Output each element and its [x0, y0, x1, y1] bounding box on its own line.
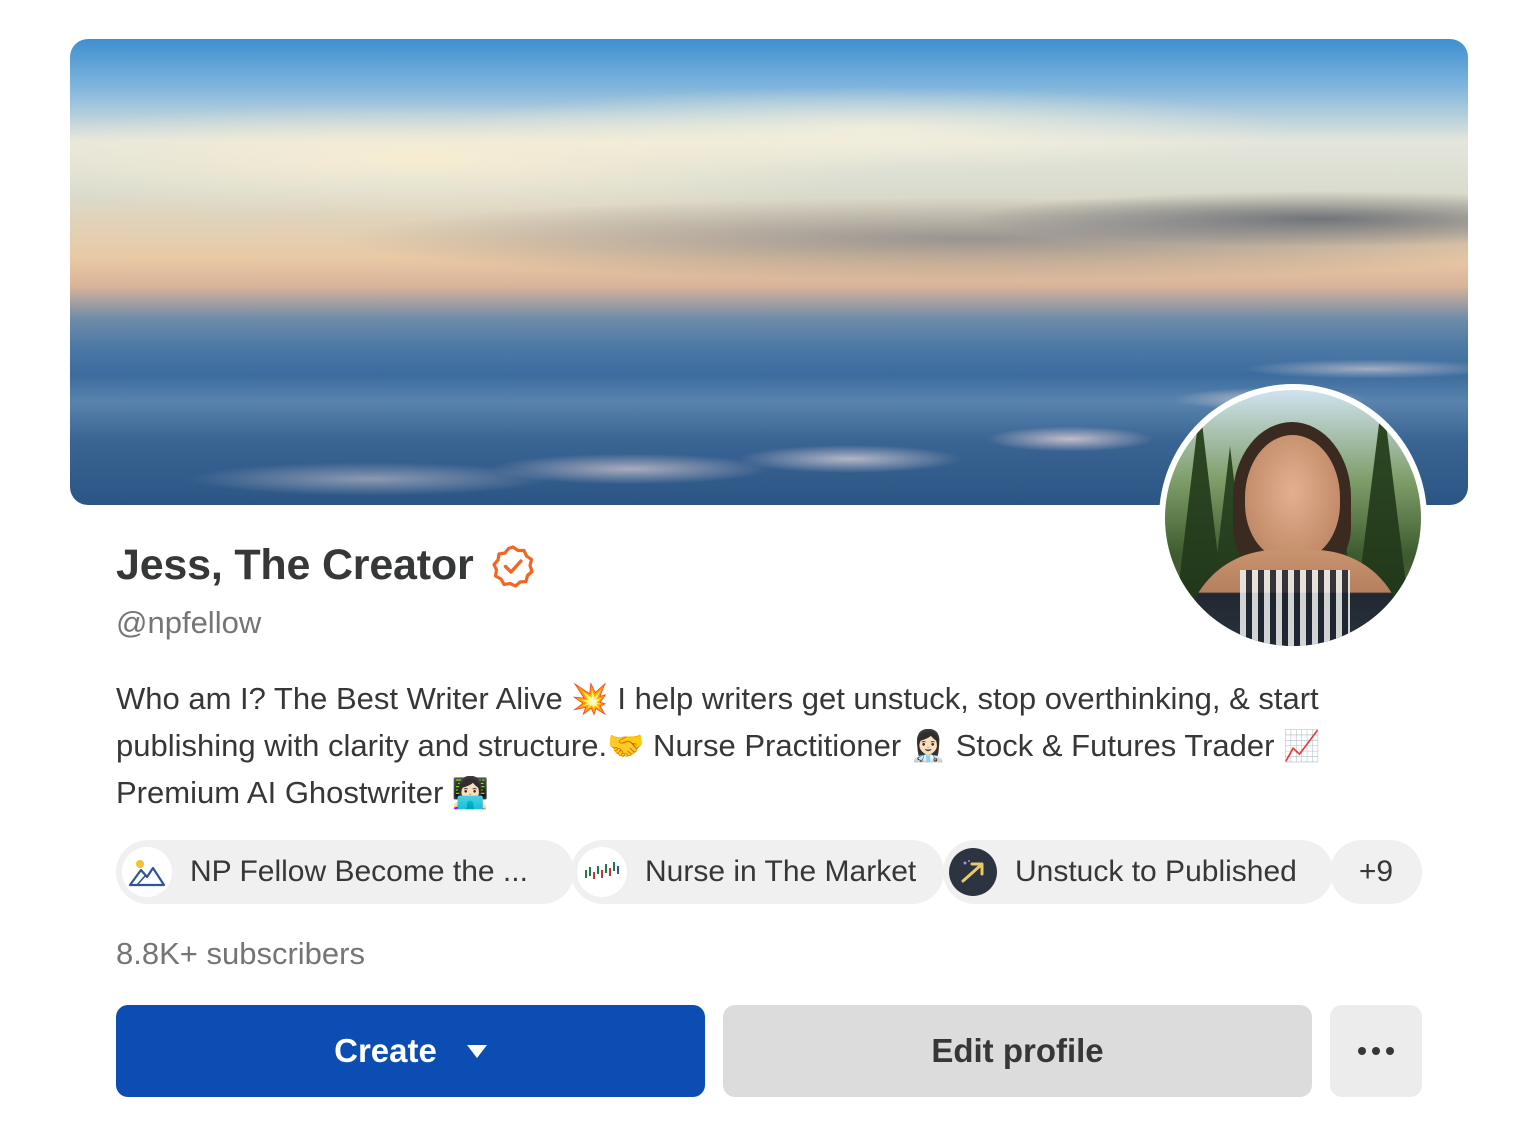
bio-text-5: Premium AI Ghostwriter	[116, 775, 452, 810]
create-button-label: Create	[334, 1032, 437, 1069]
health-worker-emoji-icon: 👩🏻‍⚕️	[909, 729, 948, 764]
edit-profile-button[interactable]: Edit profile	[723, 1005, 1312, 1097]
caret-down-icon	[466, 1044, 487, 1058]
publication-list: NP Fellow Become the ... Nurse in The Ma…	[116, 840, 1422, 904]
verified-badge-icon	[492, 544, 535, 588]
mountain-logo-icon	[122, 847, 172, 897]
name-row: Jess, The Creator	[116, 541, 535, 590]
profile-bio: Who am I? The Best Writer Alive 💥 I help…	[116, 676, 1416, 817]
bio-text-4: Stock & Futures Trader	[947, 728, 1284, 763]
more-options-button[interactable]	[1330, 1005, 1422, 1097]
edit-profile-label: Edit profile	[931, 1032, 1104, 1069]
handshake-emoji-icon: 🤝	[607, 729, 645, 764]
publication-label: Unstuck to Published	[1015, 855, 1297, 888]
publication-label: NP Fellow Become the ...	[190, 855, 528, 888]
more-publications-button[interactable]: +9	[1330, 840, 1422, 904]
subscriber-count: 8.8K+ subscribers	[116, 936, 365, 971]
technologist-emoji-icon: 👩🏻‍💻	[451, 776, 490, 811]
ellipsis-icon	[1358, 1047, 1394, 1055]
profile-handle: @npfellow	[116, 605, 262, 640]
market-chart-logo-icon	[577, 847, 627, 897]
publication-pill-np-fellow[interactable]: NP Fellow Become the ...	[116, 840, 574, 904]
collision-emoji-icon: 💥	[571, 682, 609, 717]
publication-label: Nurse in The Market	[645, 855, 917, 888]
avatar[interactable]	[1159, 384, 1427, 652]
publication-pill-nurse-market[interactable]: Nurse in The Market	[571, 840, 944, 904]
create-button[interactable]: Create	[116, 1005, 705, 1097]
bio-text-3: Nurse Practitioner	[644, 728, 910, 763]
avatar-photo	[1165, 390, 1421, 646]
profile-name: Jess, The Creator	[116, 541, 474, 589]
arrow-up-logo-icon	[949, 848, 997, 896]
chart-increasing-emoji-icon: 📈	[1283, 729, 1321, 764]
publication-pill-unstuck[interactable]: Unstuck to Published	[943, 840, 1333, 904]
profile-page: Jess, The Creator @npfellow Who am I? Th…	[0, 0, 1520, 1134]
bio-text-1: Who am I? The Best Writer Alive	[116, 681, 572, 716]
